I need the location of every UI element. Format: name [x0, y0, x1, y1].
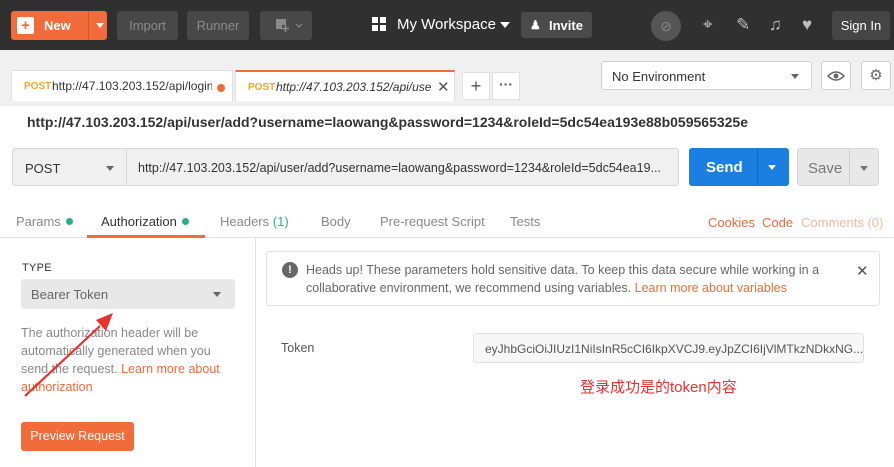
eye-icon: [826, 71, 846, 81]
workspace-title[interactable]: My Workspace: [397, 16, 496, 33]
tab-headers-label: Headers: [220, 214, 270, 229]
send-button[interactable]: Send: [689, 148, 789, 186]
environment-label: No Environment: [612, 69, 706, 84]
auth-type-select[interactable]: Bearer Token: [21, 279, 235, 309]
add-user-icon: ♟: [530, 18, 541, 32]
wrench-icon[interactable]: ✎: [736, 15, 750, 35]
code-link[interactable]: Code: [762, 215, 793, 230]
send-divider: [757, 148, 758, 186]
workspace-chevron-down-icon[interactable]: [500, 22, 510, 28]
new-button[interactable]: + New: [11, 11, 107, 40]
tab-method: POST: [24, 81, 52, 92]
bell-icon[interactable]: ♫: [769, 15, 782, 35]
new-button-label: New: [44, 18, 71, 33]
tab-headers[interactable]: Headers (1): [220, 214, 289, 229]
environment-quick-look-button[interactable]: [821, 61, 851, 90]
new-button-divider: [88, 11, 89, 40]
save-button[interactable]: Save: [797, 148, 879, 186]
unsaved-dot-icon: [217, 84, 225, 92]
sync-off-icon[interactable]: ⊘: [651, 11, 681, 41]
tab-tests[interactable]: Tests: [510, 214, 540, 229]
tab-params-label: Params: [16, 214, 61, 229]
chevron-down-icon: [791, 74, 799, 79]
top-bar: + New Import Runner My Workspace ♟ Invit…: [0, 0, 894, 50]
annotation-text: 登录成功是的token内容: [580, 379, 737, 396]
cookies-link[interactable]: Cookies: [708, 215, 755, 230]
invite-label: Invite: [549, 18, 583, 33]
new-window-icon: [276, 19, 303, 32]
method-select[interactable]: POST: [12, 148, 127, 186]
send-label: Send: [706, 159, 743, 176]
environment-select[interactable]: No Environment: [601, 61, 812, 90]
status-dot-icon: [181, 218, 189, 225]
tabs-row: POST http://47.103.203.152/api/login POS…: [0, 50, 894, 106]
request-tab-user[interactable]: POST http://47.103.203.152/api/user ✕: [235, 70, 455, 101]
request-title: http://47.103.203.152/api/user/add?usern…: [27, 114, 749, 130]
manage-environments-button[interactable]: ⚙: [861, 61, 891, 90]
save-divider: [849, 149, 850, 185]
status-dot-icon: [65, 218, 73, 225]
method-label: POST: [25, 161, 61, 176]
runner-button[interactable]: Runner: [187, 11, 249, 40]
request-tab-login[interactable]: POST http://47.103.203.152/api/login: [11, 70, 233, 101]
tab-method: POST: [248, 82, 276, 93]
heart-icon[interactable]: ♥: [802, 15, 812, 35]
tab-params[interactable]: Params: [16, 214, 73, 229]
type-label: TYPE: [22, 262, 52, 274]
tab-url: http://47.103.203.152/api/login: [52, 79, 212, 93]
new-window-button[interactable]: [260, 11, 312, 40]
tab-authorization-label: Authorization: [101, 214, 177, 229]
alert-message: Heads up! These parameters hold sensitiv…: [306, 261, 846, 297]
sensitive-data-alert: ! Heads up! These parameters hold sensit…: [266, 251, 880, 306]
workspace-grid-icon: [372, 17, 387, 32]
import-button[interactable]: Import: [117, 11, 178, 40]
save-label: Save: [808, 160, 843, 177]
add-tab-button[interactable]: +: [462, 72, 490, 100]
more-tabs-button[interactable]: ···: [492, 72, 520, 100]
invite-button[interactable]: ♟ Invite: [521, 12, 592, 38]
chevron-down-icon[interactable]: [860, 166, 868, 171]
satellite-icon[interactable]: ⌖: [703, 15, 713, 35]
sign-in-button[interactable]: Sign In: [832, 11, 890, 40]
auth-type-value: Bearer Token: [31, 287, 109, 302]
learn-more-variables-link[interactable]: Learn more about variables: [635, 281, 787, 295]
comments-link[interactable]: Comments (0): [801, 215, 883, 230]
url-input[interactable]: http://47.103.203.152/api/user/add?usern…: [127, 148, 679, 186]
chevron-down-icon: [106, 166, 114, 171]
token-input[interactable]: eyJhbGciOiJIUzI1NiIsInR5cCI6IkpXVCJ9.eyJ…: [473, 333, 864, 363]
headers-count: (1): [272, 214, 289, 229]
gear-icon: ⚙: [869, 67, 883, 84]
close-icon[interactable]: ✕: [856, 262, 869, 280]
tab-body[interactable]: Body: [321, 214, 351, 229]
token-label: Token: [281, 341, 315, 355]
chevron-down-icon[interactable]: [96, 23, 104, 28]
tab-prerequest-script[interactable]: Pre-request Script: [380, 214, 485, 229]
close-icon[interactable]: ✕: [437, 78, 450, 96]
chevron-down-icon[interactable]: [768, 165, 776, 170]
tab-url: http://47.103.203.152/api/user: [276, 80, 432, 94]
chevron-down-icon: [213, 292, 221, 297]
warning-icon: !: [282, 262, 298, 278]
tab-authorization[interactable]: Authorization: [101, 214, 189, 229]
preview-request-button[interactable]: Preview Request: [21, 422, 134, 451]
plus-icon: +: [17, 17, 34, 34]
auth-description: The authorization header will be automat…: [21, 324, 236, 396]
